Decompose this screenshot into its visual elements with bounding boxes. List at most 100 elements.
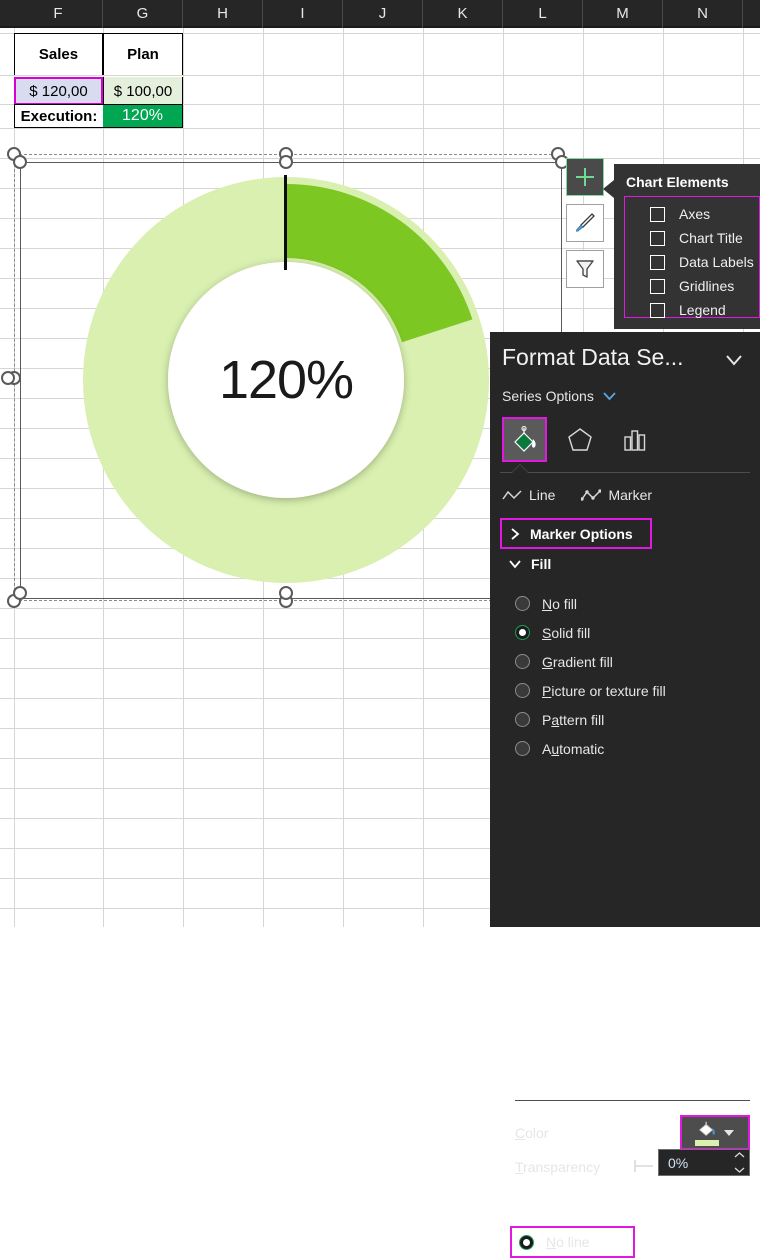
color-swatch-group (695, 1120, 719, 1146)
chart-element-item-axes[interactable]: Axes (630, 202, 754, 226)
column-header-g[interactable]: G (103, 0, 183, 28)
subtab-line[interactable]: Line (502, 487, 555, 503)
fill-option-label: Gradient fill (542, 654, 613, 670)
line-icon (502, 489, 522, 501)
chevron-right-icon (510, 527, 521, 541)
flyout-pointer (603, 180, 614, 198)
resize-handle-top-center-inner[interactable] (279, 155, 293, 169)
resize-handle-bottom-left-inner[interactable] (13, 586, 27, 600)
paintbrush-icon (573, 211, 597, 235)
radio-no-fill[interactable] (515, 596, 530, 611)
cell-sales-value[interactable]: $ 120,00 (14, 77, 103, 105)
chart-element-item-data-labels[interactable]: Data Labels (630, 250, 754, 274)
chart-element-item-legend[interactable]: Legend (630, 298, 754, 322)
spinner-down-icon[interactable] (734, 1166, 745, 1174)
spinner-up-icon[interactable] (734, 1151, 745, 1159)
plus-icon (574, 166, 596, 188)
tab-effects[interactable] (557, 417, 602, 462)
checkbox-icon[interactable] (650, 207, 665, 222)
cell-sales-header[interactable]: Sales (14, 33, 103, 75)
fill-section-header[interactable]: Fill (500, 556, 551, 572)
checkbox-icon[interactable] (650, 303, 665, 318)
border-section-label: Border (531, 1194, 577, 1210)
fill-option-gradient-fill[interactable]: Gradient fill (515, 647, 755, 676)
transparency-value: 0% (668, 1155, 688, 1171)
chart-elements-flyout[interactable]: Chart Elements AxesChart TitleData Label… (614, 164, 760, 329)
line-marker-subtabs[interactable]: Line Marker (502, 487, 652, 503)
resize-handle-top-left-inner[interactable] (13, 155, 27, 169)
column-header-h[interactable]: H (183, 0, 263, 28)
chart-element-label: Data Labels (679, 254, 754, 270)
fill-option-radio-group[interactable]: No fill Solid fill Gradient fill Picture or… (515, 589, 755, 763)
format-data-series-pane[interactable]: Format Data Se... Series Options (490, 332, 760, 927)
chevron-down-icon (722, 350, 746, 370)
resize-handle-bottom-center-inner[interactable] (279, 586, 293, 600)
transparency-input[interactable]: 0% (658, 1149, 750, 1176)
column-header-l[interactable]: L (503, 0, 583, 28)
cell-plan-value[interactable]: $ 100,00 (103, 77, 183, 105)
transparency-row: Transparency 0% (515, 1152, 750, 1182)
fill-section-label: Fill (531, 556, 551, 572)
no-line-label: No line (546, 1234, 590, 1250)
checkbox-icon[interactable] (650, 255, 665, 270)
pane-collapse-button[interactable] (722, 350, 746, 370)
format-pane-tab-strip[interactable] (502, 417, 657, 462)
tab-indicator-caret (512, 465, 528, 473)
fill-option-label: Solid fill (542, 625, 590, 641)
fill-option-solid-fill[interactable]: Solid fill (515, 618, 755, 647)
transparency-slider[interactable] (633, 1158, 655, 1174)
transparency-label: Transparency (515, 1159, 600, 1175)
column-header-n[interactable]: N (663, 0, 743, 28)
cell-execution-label[interactable]: Execution: (14, 104, 103, 128)
chart-styles-button[interactable] (566, 204, 604, 242)
column-header-m[interactable]: M (583, 0, 663, 28)
pane-divider-2 (515, 1100, 750, 1101)
cell-execution-value[interactable]: 120% (103, 104, 183, 128)
chart-elements-button[interactable] (566, 158, 604, 196)
column-header-k[interactable]: K (423, 0, 503, 28)
resize-handle-middle-left-inner[interactable] (1, 371, 15, 385)
funnel-icon (573, 257, 597, 281)
chart-filters-button[interactable] (566, 250, 604, 288)
color-row: Color (515, 1115, 750, 1151)
marker-icon (581, 489, 601, 501)
chevron-down-icon (508, 559, 522, 570)
tab-fill-and-line[interactable] (502, 417, 547, 462)
paint-bucket-icon (696, 1120, 718, 1138)
radio-gradient-fill[interactable] (515, 654, 530, 669)
fill-option-picture-or-texture-fill[interactable]: Picture or texture fill (515, 676, 755, 705)
border-no-line-option[interactable]: No line (510, 1226, 635, 1258)
subtab-line-label: Line (529, 487, 555, 503)
fill-option-no-fill[interactable]: No fill (515, 589, 755, 618)
radio-picture-or-texture-fill[interactable] (515, 683, 530, 698)
series-options-label: Series Options (502, 388, 594, 404)
cell-plan-header[interactable]: Plan (103, 33, 183, 75)
checkbox-icon[interactable] (650, 279, 665, 294)
chart-element-label: Legend (679, 302, 726, 318)
spinner-arrows[interactable] (734, 1151, 745, 1174)
chart-element-item-chart-title[interactable]: Chart Title (630, 226, 754, 250)
column-header-j[interactable]: J (343, 0, 423, 28)
column-header-f[interactable]: F (14, 0, 103, 28)
radio-solid-fill[interactable] (515, 625, 530, 640)
radio-no-line[interactable] (519, 1235, 534, 1250)
subtab-marker[interactable]: Marker (581, 487, 652, 503)
fill-color-button[interactable] (680, 1115, 750, 1150)
tab-size-and-properties[interactable] (612, 417, 657, 462)
bar-chart-icon (620, 425, 650, 455)
chart-element-item-gridlines[interactable]: Gridlines (630, 274, 754, 298)
radio-automatic[interactable] (515, 741, 530, 756)
checkbox-icon[interactable] (650, 231, 665, 246)
radio-pattern-fill[interactable] (515, 712, 530, 727)
border-section-header[interactable]: Border (500, 1194, 577, 1210)
fill-option-label: Picture or texture fill (542, 683, 666, 699)
fill-option-label: Automatic (542, 741, 604, 757)
fill-option-pattern-fill[interactable]: Pattern fill (515, 705, 755, 734)
series-options-dropdown[interactable]: Series Options (502, 388, 617, 404)
chart-element-label: Gridlines (679, 278, 734, 294)
marker-options-section-header[interactable]: Marker Options (500, 518, 652, 549)
fill-option-automatic[interactable]: Automatic (515, 734, 755, 763)
column-header-i[interactable]: I (263, 0, 343, 28)
chart-element-label: Chart Title (679, 230, 743, 246)
chevron-down-icon (508, 1197, 522, 1208)
